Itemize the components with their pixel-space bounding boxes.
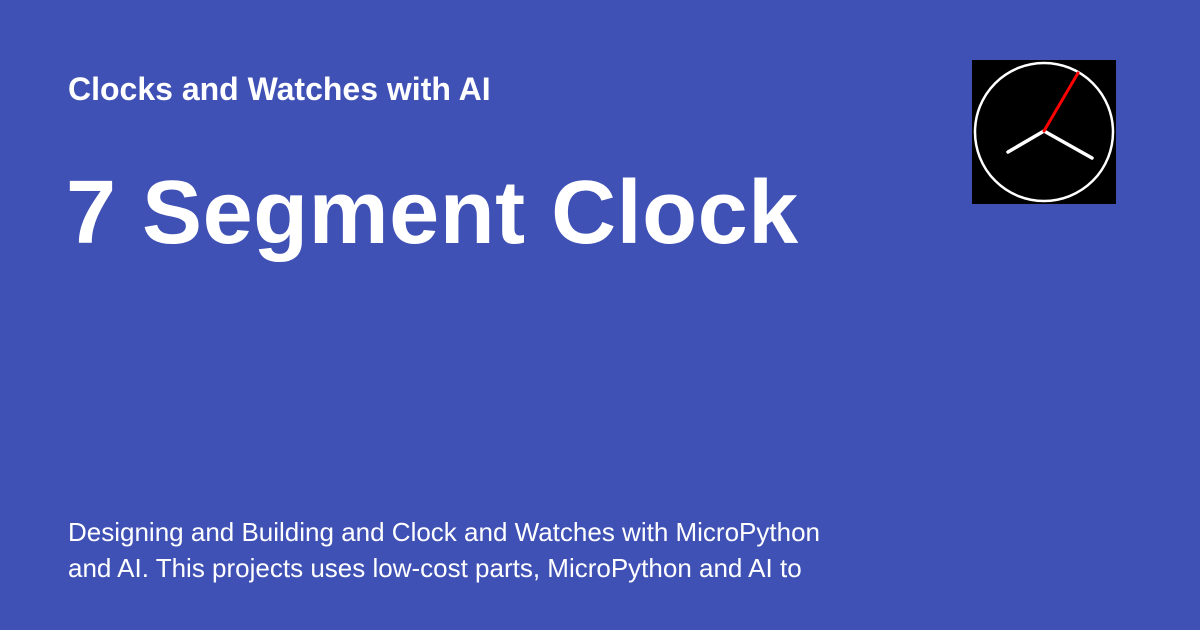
description-line: Designing and Building and Clock and Wat… [68, 517, 820, 547]
site-name: Clocks and Watches with AI [68, 71, 491, 107]
clock-logo [972, 60, 1116, 204]
analog-clock-icon [972, 60, 1116, 204]
page-title: 7 Segment Clock [66, 163, 799, 263]
page-description: Designing and Building and Clock and Wat… [68, 514, 908, 586]
description-line: and AI. This projects uses low-cost part… [68, 553, 802, 583]
